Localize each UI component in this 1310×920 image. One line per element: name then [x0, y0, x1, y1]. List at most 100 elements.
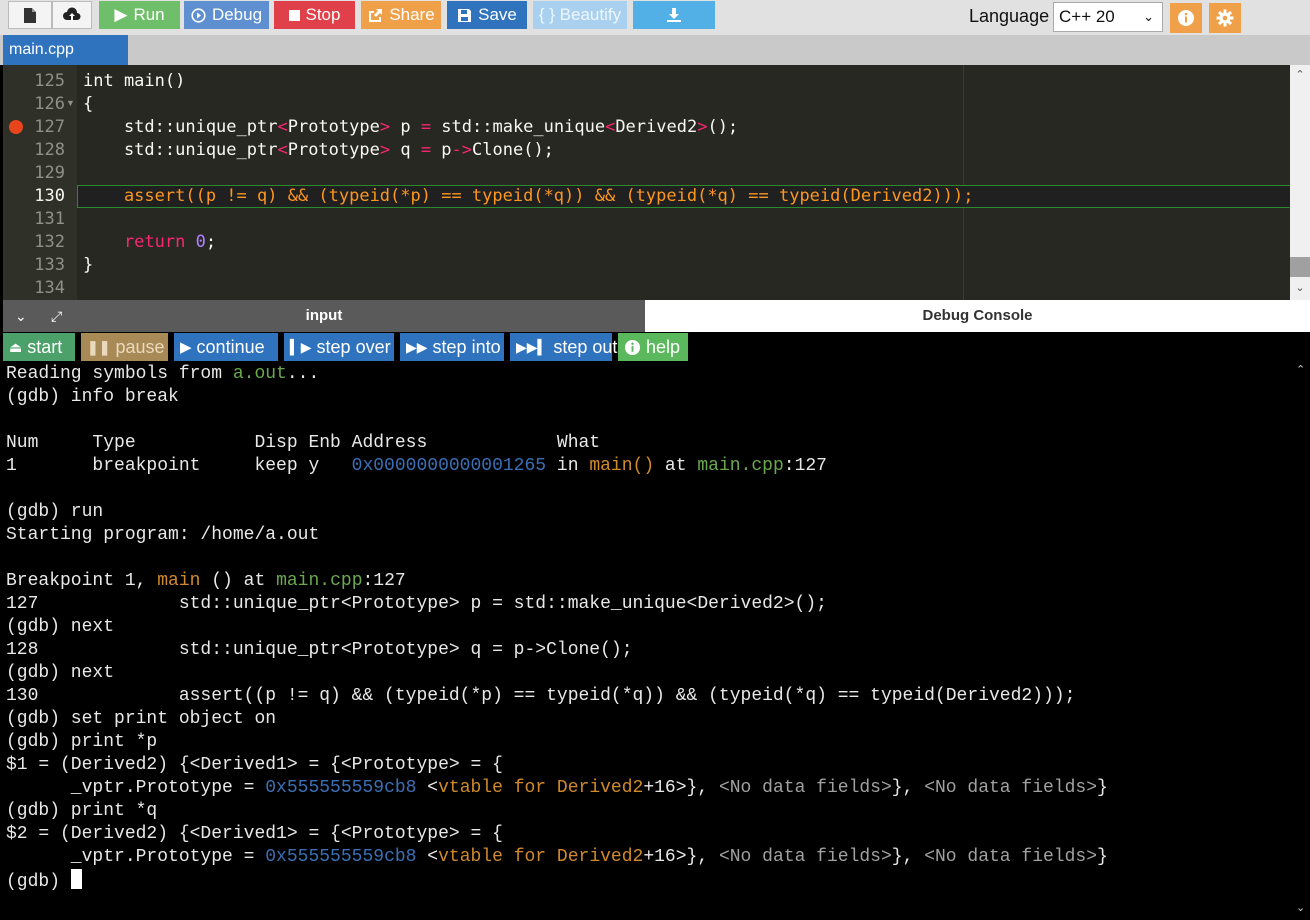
beautify-label: { } Beautify [538, 5, 622, 24]
tab-debug-console[interactable]: Debug Console [645, 300, 1310, 332]
step-over-button[interactable]: ▍▶ step over [284, 333, 394, 361]
editor-scrollbar-thumb[interactable] [1290, 257, 1310, 277]
info-icon [624, 339, 641, 355]
debug-console-output[interactable]: Reading symbols from a.out... (gdb) info… [3, 363, 1310, 920]
console-line: Num Type Disp Enb Address What [6, 433, 601, 453]
console-line: Breakpoint 1, main () at main.cpp:127 [6, 571, 406, 591]
code-line-132: return 0; [83, 232, 217, 252]
io-tab-bar: ⌄ ⤢ input Debug Console [3, 300, 1310, 332]
run-label: Run [133, 5, 165, 24]
stop-square-icon [288, 9, 300, 21]
stop-button[interactable]: Stop [274, 1, 355, 29]
console-line: _vptr.Prototype = 0x555555559cb8 <vtable… [6, 778, 1108, 798]
language-label: Language [969, 6, 1050, 26]
scroll-down-arrow-icon[interactable]: ⌄ [1290, 281, 1310, 294]
line-number: 128 [34, 140, 65, 160]
play-icon: ▶ [114, 5, 128, 24]
breakpoint-dot-icon[interactable] [9, 120, 23, 134]
console-prompt-line[interactable]: (gdb) [6, 869, 82, 892]
debug-circle-play-icon [191, 7, 206, 23]
code-line-126: { [83, 94, 94, 114]
run-button[interactable]: ▶ Run [99, 1, 180, 29]
scroll-down-arrow-icon[interactable]: ⌄ [1296, 901, 1305, 914]
console-line: (gdb) print *q [6, 801, 158, 821]
console-line: 127 std::unique_ptr<Prototype> p = std::… [6, 594, 827, 614]
eject-icon: ⏏ [9, 338, 23, 355]
console-scrollbar[interactable]: ⌃ ⌄ [1293, 363, 1310, 920]
editor-scrollbar[interactable]: ⌃ ⌄ [1290, 65, 1310, 300]
step-over-label: step over [316, 336, 391, 357]
line-number: 134 [34, 278, 65, 298]
code-line-127: std::unique_ptr<Prototype> p = std::make… [83, 117, 739, 137]
help-button[interactable]: help [618, 333, 688, 361]
info-button[interactable] [1170, 3, 1202, 33]
code-line-128: std::unique_ptr<Prototype> q = p->Clone(… [83, 140, 554, 160]
continue-button[interactable]: ▶ continue [174, 333, 278, 361]
console-line: $2 = (Derived2) {<Derived1> = {<Prototyp… [6, 824, 503, 844]
pause-icon: ❚❚ [87, 338, 111, 355]
start-label: start [27, 336, 63, 357]
line-number: 131 [34, 209, 65, 229]
share-icon [369, 8, 383, 22]
console-line: Reading symbols from a.out... [6, 364, 320, 384]
new-file-button[interactable] [8, 1, 52, 29]
scroll-up-arrow-icon[interactable]: ⌃ [1290, 68, 1310, 81]
start-button[interactable]: ⏏ start [3, 333, 75, 361]
step-into-button[interactable]: ▶▶ step into [400, 333, 504, 361]
debug-toolbar: ⏏ start ❚❚ pause ▶ continue ▍▶ step over… [3, 332, 1310, 363]
console-line: 1 breakpoint keep y 0x0000000000001265 i… [6, 456, 827, 476]
code-editor[interactable]: 125 126 ▼ 127 128 129 130 131 132 133 13… [3, 65, 1310, 300]
console-line: _vptr.Prototype = 0x555555559cb8 <vtable… [6, 847, 1108, 867]
print-margin [963, 65, 964, 300]
floppy-disk-icon [458, 8, 472, 22]
code-line-130: assert((p != q) && (typeid(*p) == typeid… [83, 186, 974, 206]
console-line: (gdb) set print object on [6, 709, 277, 729]
io-left-pane-header: ⌄ ⤢ input [3, 300, 645, 332]
console-line: 130 assert((p != q) && (typeid(*p) == ty… [6, 686, 1076, 706]
beautify-button[interactable]: { } Beautify [533, 1, 627, 29]
download-button[interactable] [633, 1, 715, 29]
share-label: Share [389, 5, 435, 24]
step-into-icon: ▶▶ [406, 338, 428, 355]
console-line: Starting program: /home/a.out [6, 525, 320, 545]
share-button[interactable]: Share [361, 1, 441, 29]
info-icon [1178, 10, 1194, 26]
step-out-icon: ▶▶▍ [516, 338, 549, 355]
code-line-125: int main() [83, 71, 186, 91]
tab-input[interactable]: input [3, 300, 645, 332]
line-number: 133 [34, 255, 65, 275]
step-out-button[interactable]: ▶▶▍ step out [510, 333, 617, 361]
debug-button[interactable]: Debug [184, 1, 269, 29]
continue-label: continue [196, 336, 265, 357]
pause-button[interactable]: ❚❚ pause [81, 333, 168, 361]
scroll-up-arrow-icon[interactable]: ⌃ [1296, 363, 1305, 376]
step-out-label: step out [553, 336, 618, 357]
stop-label: Stop [305, 5, 341, 24]
pause-label: pause [115, 336, 165, 357]
console-line: 128 std::unique_ptr<Prototype> q = p->Cl… [6, 640, 633, 660]
upload-cloud-icon [63, 7, 81, 20]
tab-main-cpp[interactable]: main.cpp [3, 35, 128, 65]
play-icon: ▶ [180, 339, 192, 356]
line-number: 129 [34, 163, 65, 183]
step-into-label: step into [432, 336, 501, 357]
chevron-down-icon: ⌄ [1143, 9, 1154, 24]
language-select-value: C++ 20 [1059, 7, 1115, 26]
line-number-current: 130 [34, 186, 65, 206]
console-line: (gdb) info break [6, 387, 179, 407]
console-line: (gdb) next [6, 663, 115, 683]
console-line: (gdb) run [6, 502, 104, 522]
language-select[interactable]: C++ 20 ⌄ [1053, 2, 1163, 32]
line-number: 132 [34, 232, 65, 252]
settings-button[interactable] [1209, 3, 1241, 33]
download-icon [667, 8, 681, 22]
file-tab-bar: main.cpp [0, 35, 1310, 65]
code-line-133: } [83, 255, 94, 275]
line-number: 125 [34, 71, 65, 91]
upload-button[interactable] [52, 1, 92, 29]
file-icon [24, 7, 36, 23]
fold-arrow-icon[interactable]: ▼ [66, 98, 75, 108]
save-button[interactable]: Save [447, 1, 527, 29]
toolbar: ▶ Run Debug Stop Share Save { } Beautify… [0, 0, 1310, 35]
console-line: (gdb) next [6, 617, 115, 637]
